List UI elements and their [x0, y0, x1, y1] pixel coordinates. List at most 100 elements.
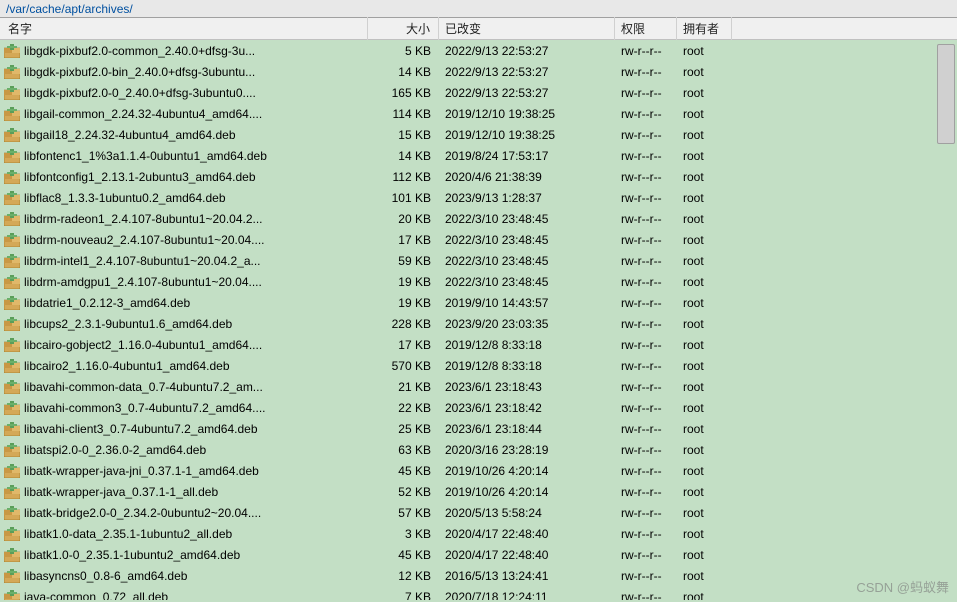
deb-package-icon [4, 359, 20, 373]
table-row[interactable]: libfontconfig1_2.13.1-2ubuntu3_amd64.deb… [0, 166, 957, 187]
file-list[interactable]: libgdk-pixbuf2.0-common_2.40.0+dfsg-3u..… [0, 40, 957, 600]
deb-package-icon [4, 65, 20, 79]
deb-package-icon [4, 317, 20, 331]
path-bar[interactable]: /var/cache/apt/archives/ [0, 0, 957, 18]
file-name-cell[interactable]: libatk-wrapper-java-jni_0.37.1-1_amd64.d… [0, 462, 368, 480]
table-row[interactable]: libavahi-client3_0.7-4ubuntu7.2_amd64.de… [0, 418, 957, 439]
file-size-cell: 45 KB [368, 462, 439, 480]
table-row[interactable]: libavahi-common-data_0.7-4ubuntu7.2_am..… [0, 376, 957, 397]
file-owner-cell: root [677, 399, 732, 417]
file-owner-cell: root [677, 42, 732, 60]
table-row[interactable]: libatk1.0-data_2.35.1-1ubuntu2_all.deb3 … [0, 523, 957, 544]
file-name-cell[interactable]: libflac8_1.3.3-1ubuntu0.2_amd64.deb [0, 189, 368, 207]
file-name-cell[interactable]: libgail18_2.24.32-4ubuntu4_amd64.deb [0, 126, 368, 144]
file-owner-cell: root [677, 294, 732, 312]
file-changed-cell: 2022/3/10 23:48:45 [439, 273, 615, 291]
table-row[interactable]: libatk1.0-0_2.35.1-1ubuntu2_amd64.deb45 … [0, 544, 957, 565]
table-row[interactable]: libdrm-radeon1_2.4.107-8ubuntu1~20.04.2.… [0, 208, 957, 229]
column-header-changed[interactable]: 已改变 [439, 17, 615, 40]
file-name-cell[interactable]: java-common_0.72_all.deb [0, 588, 368, 601]
file-name-cell[interactable]: libatk-wrapper-java_0.37.1-1_all.deb [0, 483, 368, 501]
file-size-cell: 165 KB [368, 84, 439, 102]
file-name-text: libgdk-pixbuf2.0-0_2.40.0+dfsg-3ubuntu0.… [24, 86, 256, 100]
deb-package-icon [4, 170, 20, 184]
table-row[interactable]: libgdk-pixbuf2.0-common_2.40.0+dfsg-3u..… [0, 40, 957, 61]
file-changed-cell: 2019/12/8 8:33:18 [439, 336, 615, 354]
file-name-cell[interactable]: libavahi-common-data_0.7-4ubuntu7.2_am..… [0, 378, 368, 396]
file-name-cell[interactable]: libgail-common_2.24.32-4ubuntu4_amd64...… [0, 105, 368, 123]
file-owner-cell: root [677, 84, 732, 102]
file-owner-cell: root [677, 273, 732, 291]
column-header-owner[interactable]: 拥有者 [677, 17, 732, 40]
table-row[interactable]: libatspi2.0-0_2.36.0-2_amd64.deb63 KB202… [0, 439, 957, 460]
file-name-cell[interactable]: libdrm-amdgpu1_2.4.107-8ubuntu1~20.04...… [0, 273, 368, 291]
file-permissions-cell: rw-r--r-- [615, 483, 677, 501]
table-row[interactable]: libgdk-pixbuf2.0-0_2.40.0+dfsg-3ubuntu0.… [0, 82, 957, 103]
file-name-text: libavahi-common3_0.7-4ubuntu7.2_amd64...… [24, 401, 266, 415]
table-row[interactable]: java-common_0.72_all.deb7 KB2020/7/18 12… [0, 586, 957, 600]
table-row[interactable]: libatk-bridge2.0-0_2.34.2-0ubuntu2~20.04… [0, 502, 957, 523]
file-name-text: libgdk-pixbuf2.0-common_2.40.0+dfsg-3u..… [24, 44, 255, 58]
file-name-cell[interactable]: libavahi-client3_0.7-4ubuntu7.2_amd64.de… [0, 420, 368, 438]
file-name-cell[interactable]: libcairo-gobject2_1.16.0-4ubuntu1_amd64.… [0, 336, 368, 354]
file-name-cell[interactable]: libavahi-common3_0.7-4ubuntu7.2_amd64...… [0, 399, 368, 417]
table-row[interactable]: libdrm-nouveau2_2.4.107-8ubuntu1~20.04..… [0, 229, 957, 250]
column-header-size[interactable]: 大小 [368, 17, 439, 40]
table-row[interactable]: libgail-common_2.24.32-4ubuntu4_amd64...… [0, 103, 957, 124]
table-row[interactable]: libgail18_2.24.32-4ubuntu4_amd64.deb15 K… [0, 124, 957, 145]
file-name-cell[interactable]: libcairo2_1.16.0-4ubuntu1_amd64.deb [0, 357, 368, 375]
file-owner-cell: root [677, 567, 732, 585]
file-name-text: libatk-wrapper-java_0.37.1-1_all.deb [24, 485, 218, 499]
table-row[interactable]: libatk-wrapper-java-jni_0.37.1-1_amd64.d… [0, 460, 957, 481]
table-row[interactable]: libfontenc1_1%3a1.1.4-0ubuntu1_amd64.deb… [0, 145, 957, 166]
file-size-cell: 20 KB [368, 210, 439, 228]
table-row[interactable]: libcairo2_1.16.0-4ubuntu1_amd64.deb570 K… [0, 355, 957, 376]
file-name-cell[interactable]: libdrm-intel1_2.4.107-8ubuntu1~20.04.2_a… [0, 252, 368, 270]
column-header-name[interactable]: 名字 [0, 17, 368, 40]
file-size-cell: 45 KB [368, 546, 439, 564]
table-row[interactable]: libasyncns0_0.8-6_amd64.deb12 KB2016/5/1… [0, 565, 957, 586]
table-row[interactable]: libdrm-amdgpu1_2.4.107-8ubuntu1~20.04...… [0, 271, 957, 292]
file-size-cell: 19 KB [368, 273, 439, 291]
file-name-cell[interactable]: libdrm-nouveau2_2.4.107-8ubuntu1~20.04..… [0, 231, 368, 249]
table-row[interactable]: libavahi-common3_0.7-4ubuntu7.2_amd64...… [0, 397, 957, 418]
file-owner-cell: root [677, 378, 732, 396]
file-name-cell[interactable]: libatk-bridge2.0-0_2.34.2-0ubuntu2~20.04… [0, 504, 368, 522]
file-name-cell[interactable]: libatk1.0-0_2.35.1-1ubuntu2_amd64.deb [0, 546, 368, 564]
file-name-cell[interactable]: libgdk-pixbuf2.0-bin_2.40.0+dfsg-3ubuntu… [0, 63, 368, 81]
table-row[interactable]: libdatrie1_0.2.12-3_amd64.deb19 KB2019/9… [0, 292, 957, 313]
table-row[interactable]: libcups2_2.3.1-9ubuntu1.6_amd64.deb228 K… [0, 313, 957, 334]
file-permissions-cell: rw-r--r-- [615, 84, 677, 102]
file-name-cell[interactable]: libdrm-radeon1_2.4.107-8ubuntu1~20.04.2.… [0, 210, 368, 228]
deb-package-icon [4, 86, 20, 100]
file-changed-cell: 2020/5/13 5:58:24 [439, 504, 615, 522]
deb-package-icon [4, 149, 20, 163]
deb-package-icon [4, 107, 20, 121]
file-name-text: libcairo2_1.16.0-4ubuntu1_amd64.deb [24, 359, 230, 373]
file-size-cell: 19 KB [368, 294, 439, 312]
file-permissions-cell: rw-r--r-- [615, 189, 677, 207]
file-name-cell[interactable]: libcups2_2.3.1-9ubuntu1.6_amd64.deb [0, 315, 368, 333]
column-header-permissions[interactable]: 权限 [615, 17, 677, 40]
file-permissions-cell: rw-r--r-- [615, 462, 677, 480]
file-permissions-cell: rw-r--r-- [615, 231, 677, 249]
file-name-cell[interactable]: libatk1.0-data_2.35.1-1ubuntu2_all.deb [0, 525, 368, 543]
file-name-cell[interactable]: libgdk-pixbuf2.0-common_2.40.0+dfsg-3u..… [0, 42, 368, 60]
file-name-text: libatk-wrapper-java-jni_0.37.1-1_amd64.d… [24, 464, 259, 478]
table-row[interactable]: libatk-wrapper-java_0.37.1-1_all.deb52 K… [0, 481, 957, 502]
table-row[interactable]: libflac8_1.3.3-1ubuntu0.2_amd64.deb101 K… [0, 187, 957, 208]
file-changed-cell: 2023/9/20 23:03:35 [439, 315, 615, 333]
file-name-cell[interactable]: libfontconfig1_2.13.1-2ubuntu3_amd64.deb [0, 168, 368, 186]
table-row[interactable]: libgdk-pixbuf2.0-bin_2.40.0+dfsg-3ubuntu… [0, 61, 957, 82]
file-name-text: libgdk-pixbuf2.0-bin_2.40.0+dfsg-3ubuntu… [24, 65, 255, 79]
file-name-cell[interactable]: libatspi2.0-0_2.36.0-2_amd64.deb [0, 441, 368, 459]
file-name-cell[interactable]: libfontenc1_1%3a1.1.4-0ubuntu1_amd64.deb [0, 147, 368, 165]
file-permissions-cell: rw-r--r-- [615, 399, 677, 417]
file-name-cell[interactable]: libasyncns0_0.8-6_amd64.deb [0, 567, 368, 585]
file-name-text: libfontenc1_1%3a1.1.4-0ubuntu1_amd64.deb [24, 149, 267, 163]
table-row[interactable]: libcairo-gobject2_1.16.0-4ubuntu1_amd64.… [0, 334, 957, 355]
table-row[interactable]: libdrm-intel1_2.4.107-8ubuntu1~20.04.2_a… [0, 250, 957, 271]
file-name-cell[interactable]: libdatrie1_0.2.12-3_amd64.deb [0, 294, 368, 312]
file-name-cell[interactable]: libgdk-pixbuf2.0-0_2.40.0+dfsg-3ubuntu0.… [0, 84, 368, 102]
scrollbar-thumb[interactable] [937, 44, 955, 144]
